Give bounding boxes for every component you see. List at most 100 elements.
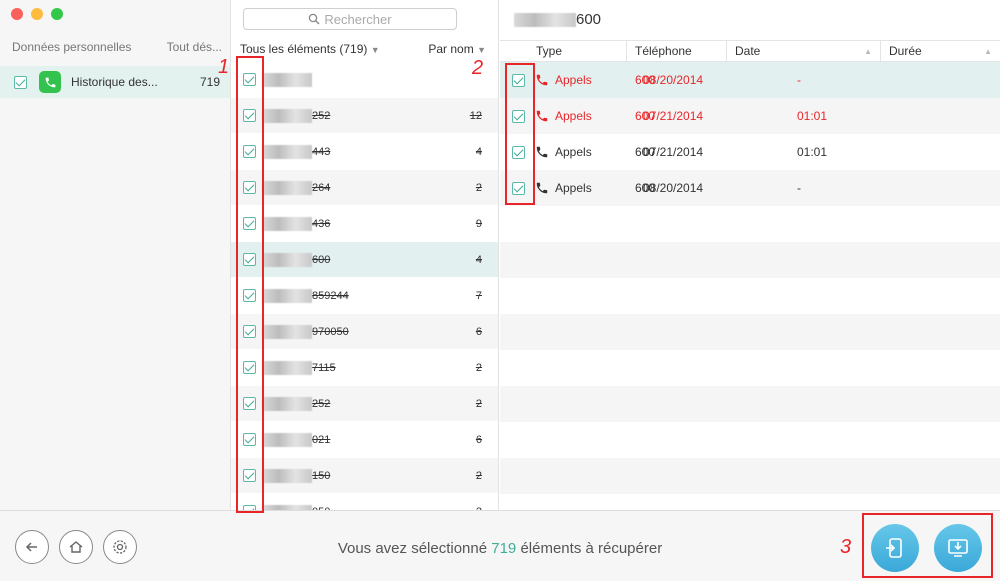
contact-list-panel: Rechercher Tous les éléments (719) ▼ Par…	[231, 0, 499, 510]
list-item-name: 150	[262, 468, 331, 483]
table-header: Type Téléphone Date ▲ Durée ▲	[500, 40, 1000, 62]
call-detail-panel: 600 Type Téléphone Date ▲ Durée ▲ Appels 60…	[500, 0, 1000, 510]
list-item-count: 6	[475, 433, 482, 446]
redacted-name	[262, 324, 312, 339]
phone-app-icon	[39, 71, 61, 93]
minimize-window-button[interactable]	[31, 8, 43, 20]
sidebar-item-label: Historique des...	[71, 75, 158, 89]
list-item[interactable]: 443 4	[231, 134, 498, 170]
selection-count: 719	[491, 540, 517, 557]
list-item-number: 600	[312, 253, 331, 266]
sidebar-item-call-history[interactable]: Historique des... 719	[0, 66, 230, 98]
category-sidebar: Données personnelles Tout dés... Histori…	[0, 0, 231, 510]
redacted-name	[262, 144, 312, 159]
empty-row	[500, 242, 1000, 278]
list-item[interactable]: 436 9	[231, 206, 498, 242]
sidebar-item-checkbox[interactable]	[14, 75, 27, 89]
list-item-count: 6	[475, 325, 482, 338]
empty-row	[500, 278, 1000, 314]
list-item[interactable]: 859244 7	[231, 278, 498, 314]
list-item[interactable]: 150 2	[231, 458, 498, 494]
annotation-box-1	[236, 56, 264, 513]
annotation-number-1: 1	[218, 56, 230, 78]
list-item[interactable]: 252 2	[231, 386, 498, 422]
table-row[interactable]: Appels 600 08/20/2014-	[500, 170, 1000, 206]
list-item-name	[262, 72, 312, 87]
list-item-count: 2	[475, 397, 482, 410]
redacted-name	[262, 216, 312, 231]
list-item[interactable]: 264 2	[231, 170, 498, 206]
list-item-name: 252	[262, 396, 331, 411]
close-window-button[interactable]	[11, 8, 23, 20]
column-date[interactable]: Date ▲	[727, 40, 881, 62]
list-item-number: 7115	[312, 361, 336, 374]
list-header: Tous les éléments (719) ▼ Par nom ▼	[240, 42, 486, 56]
chevron-down-icon: ▼	[477, 45, 486, 55]
list-item[interactable]: 970050 6	[231, 314, 498, 350]
empty-row	[500, 458, 1000, 494]
list-item-number: 021	[312, 433, 331, 446]
duration-cell: 01:01	[797, 109, 828, 123]
chevron-down-icon: ▼	[370, 45, 380, 55]
list-item-number: 970050	[312, 325, 349, 338]
date-cell: 08/20/2014	[643, 73, 704, 87]
empty-row	[500, 314, 1000, 350]
annotation-box-2	[505, 63, 535, 205]
table-row[interactable]: Appels 600 07/21/2014 01:01	[500, 98, 1000, 134]
sort-arrow-icon: ▲	[984, 46, 992, 56]
list-item[interactable]	[231, 62, 498, 98]
empty-row	[500, 206, 1000, 242]
list-item-number: 436	[312, 217, 331, 230]
annotation-number-2: 2	[472, 57, 484, 79]
date-cell: 08/20/2014	[643, 181, 704, 195]
date-cell: 07/21/2014	[643, 145, 704, 159]
search-input[interactable]: Rechercher	[243, 8, 457, 30]
list-item-name: 7115	[262, 360, 336, 375]
list-item-count: 2	[475, 181, 482, 194]
date-cell: 07/21/2014	[643, 109, 704, 123]
list-item-number: 252	[312, 397, 331, 410]
list-item-name: 252	[262, 108, 331, 123]
list-item[interactable]: 252 12	[231, 98, 498, 134]
sort-arrow-icon: ▲	[864, 46, 872, 56]
redacted-name	[262, 432, 312, 447]
select-all-toggle[interactable]: Tout dés...	[167, 40, 222, 54]
column-phone[interactable]: Téléphone	[627, 40, 727, 62]
list-item[interactable]: 021 6	[231, 422, 498, 458]
detail-title: 600	[514, 11, 601, 28]
table-row[interactable]: Appels 600 07/21/2014 01:01	[500, 134, 1000, 170]
table-row[interactable]: Appels 600 08/20/2014-	[500, 62, 1000, 98]
duration-cell: -	[797, 73, 801, 87]
zoom-window-button[interactable]	[51, 8, 63, 20]
column-type[interactable]: Type	[500, 40, 627, 62]
annotation-number-3: 3	[840, 536, 852, 558]
column-duration[interactable]: Durée ▲	[881, 40, 1000, 62]
list-item-name: 970050	[262, 324, 349, 339]
sidebar-header-title: Données personnelles	[12, 40, 132, 54]
list-item-count: 12	[469, 109, 482, 122]
list-item[interactable]: 600 4	[231, 242, 498, 278]
list-item-count: 4	[475, 145, 482, 158]
list-item-number: 252	[312, 109, 331, 122]
search-placeholder: Rechercher	[324, 11, 392, 27]
list-item-number: 859244	[312, 289, 349, 302]
list-item-name: 443	[262, 144, 330, 159]
redacted-name	[262, 180, 312, 195]
list-item-count: 7	[475, 289, 482, 302]
list-item-number: 264	[312, 181, 331, 194]
list-item-count: 4	[475, 253, 482, 266]
list-item[interactable]: 7115 2	[231, 350, 498, 386]
list-item-name: 021	[262, 432, 331, 447]
table-body: Appels 600 08/20/2014- Appels 600 07/21/2014 0…	[500, 62, 1000, 494]
list-item-name: 859244	[262, 288, 349, 303]
annotation-box-3	[862, 513, 993, 578]
list-item[interactable]: 0502	[231, 494, 498, 510]
filter-dropdown[interactable]: Tous les éléments (719) ▼	[240, 42, 380, 56]
empty-row	[500, 422, 1000, 458]
sort-dropdown[interactable]: Par nom ▼	[428, 42, 486, 56]
list-item-count: 2	[475, 361, 482, 374]
sidebar-header: Données personnelles Tout dés...	[12, 40, 222, 54]
list-item-number: 150	[312, 469, 331, 482]
app-window: Données personnelles Tout dés... Histori…	[0, 0, 1000, 581]
list-item-name: 264	[262, 180, 331, 195]
